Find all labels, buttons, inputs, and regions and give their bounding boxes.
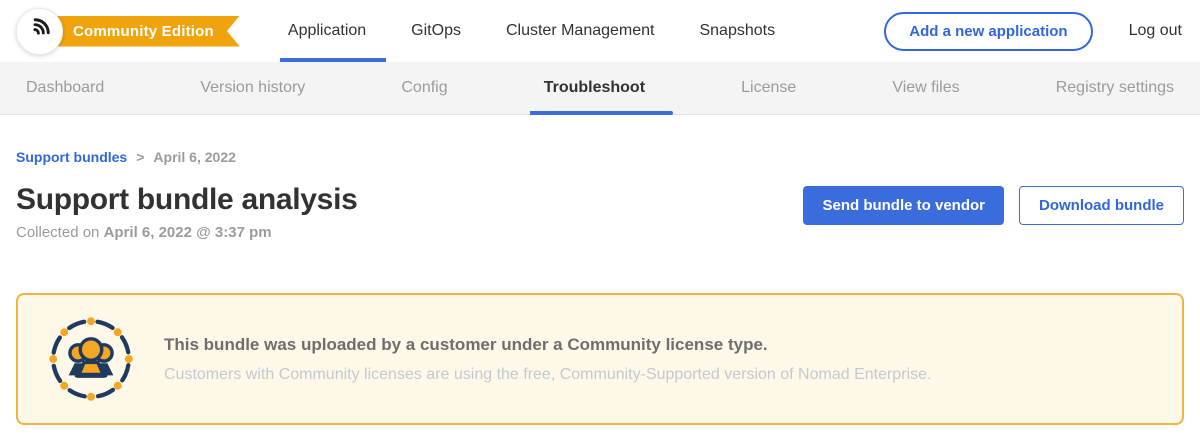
breadcrumb: Support bundles > April 6, 2022 xyxy=(16,149,1184,165)
subnav-item-troubleshoot[interactable]: Troubleshoot xyxy=(540,62,649,114)
nav-item-cluster-management[interactable]: Cluster Management xyxy=(504,0,657,62)
subnav-item-version-history[interactable]: Version history xyxy=(196,62,309,114)
banner-text: This bundle was uploaded by a customer u… xyxy=(164,335,931,384)
nav-item-gitops[interactable]: GitOps xyxy=(409,0,463,62)
subnav-item-config[interactable]: Config xyxy=(397,62,451,114)
community-license-banner: This bundle was uploaded by a customer u… xyxy=(16,293,1184,425)
collected-date: April 6, 2022 @ 3:37 pm xyxy=(104,224,272,241)
header-right: Add a new application Log out xyxy=(884,12,1182,51)
community-people-icon xyxy=(48,316,134,402)
banner-heading: This bundle was uploaded by a customer u… xyxy=(164,335,931,355)
replicated-logo-icon xyxy=(26,15,53,47)
breadcrumb-support-bundles-link[interactable]: Support bundles xyxy=(16,149,127,165)
brand: Community Edition xyxy=(16,8,240,55)
send-bundle-to-vendor-button[interactable]: Send bundle to vendor xyxy=(803,186,1004,225)
collected-prefix: Collected on xyxy=(16,224,104,241)
title-row: Support bundle analysis Collected on Apr… xyxy=(16,183,1184,241)
title-block: Support bundle analysis Collected on Apr… xyxy=(16,183,357,241)
replicated-logo xyxy=(16,8,63,55)
banner-body: Customers with Community licenses are us… xyxy=(164,366,931,384)
bundle-actions: Send bundle to vendor Download bundle xyxy=(803,183,1184,225)
community-edition-badge: Community Edition xyxy=(37,16,240,47)
page-title: Support bundle analysis xyxy=(16,183,357,217)
download-bundle-button[interactable]: Download bundle xyxy=(1019,186,1184,225)
subnav-item-registry-settings[interactable]: Registry settings xyxy=(1052,62,1178,114)
nav-item-snapshots[interactable]: Snapshots xyxy=(697,0,777,62)
breadcrumb-current: April 6, 2022 xyxy=(153,149,236,165)
add-new-application-button[interactable]: Add a new application xyxy=(884,12,1092,51)
subnav-item-view-files[interactable]: View files xyxy=(888,62,963,114)
logout-link[interactable]: Log out xyxy=(1129,22,1182,40)
breadcrumb-separator: > xyxy=(136,149,144,165)
top-header: Community Edition Application GitOps Clu… xyxy=(0,0,1200,62)
primary-nav: Application GitOps Cluster Management Sn… xyxy=(286,0,777,62)
nav-item-application[interactable]: Application xyxy=(286,0,368,62)
subnav-item-license[interactable]: License xyxy=(737,62,800,114)
collected-timestamp: Collected on April 6, 2022 @ 3:37 pm xyxy=(16,224,357,241)
subnav-item-dashboard[interactable]: Dashboard xyxy=(22,62,108,114)
app-subnav: Dashboard Version history Config Trouble… xyxy=(0,62,1200,115)
main-content: Support bundles > April 6, 2022 Support … xyxy=(0,149,1200,425)
